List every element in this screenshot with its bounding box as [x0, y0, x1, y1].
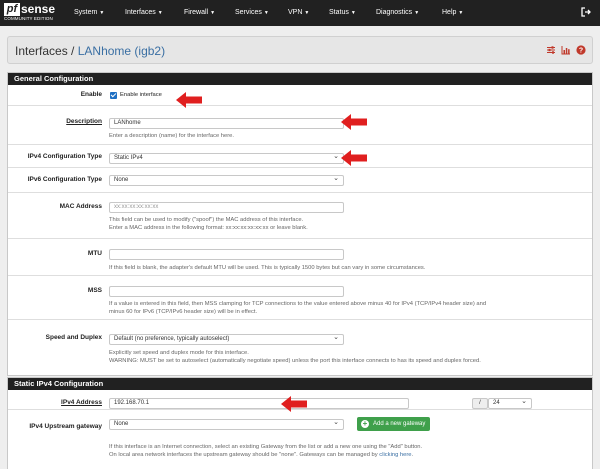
nav-vpn-label: VPN — [288, 9, 303, 16]
static-ipv4-panel: Static IPv4 Configuration IPv4 Address 1… — [7, 377, 593, 469]
mtu-row: MTU If this field is blank, the adapter'… — [8, 238, 592, 275]
panel-heading: Static IPv4 Configuration — [8, 378, 592, 390]
nav-interfaces[interactable]: Interfaces ▼ — [125, 7, 163, 19]
chevron-down-icon: ▼ — [263, 10, 269, 16]
top-navbar: pf sense COMMUNITY EDITION System ▼ Inter… — [0, 0, 600, 26]
gateway-help-2-suffix: . — [411, 452, 414, 458]
gateway-help-2-text: On local area network interfaces the ups… — [109, 452, 380, 458]
logo-sense: sense — [21, 2, 56, 16]
description-row: Description LANhome Enter a description … — [8, 105, 592, 144]
nav-firewall[interactable]: Firewall ▼ — [184, 7, 215, 19]
add-gateway-button[interactable]: + Add a new gateway — [357, 417, 431, 431]
cidr-select[interactable]: 24 — [488, 398, 532, 409]
nav-help-label: Help — [442, 9, 457, 16]
chevron-down-icon: ▼ — [210, 10, 216, 16]
mac-help-1: This field can be used to modify ("spoof… — [109, 217, 304, 223]
mss-input[interactable] — [109, 286, 344, 297]
speed-duplex-label: Speed and Duplex — [45, 334, 102, 341]
nav-services[interactable]: Services ▼ — [235, 7, 269, 19]
mtu-label: MTU — [87, 250, 102, 257]
ipv4-config-label: IPv4 Configuration Type — [27, 153, 102, 160]
annotation-arrow — [341, 150, 367, 166]
breadcrumb: Interfaces / LANhome (igb2) — [15, 44, 165, 58]
mac-help-2: Enter a MAC address in the following for… — [109, 225, 308, 231]
speed-duplex-row: Speed and Duplex Default (no preference,… — [8, 319, 592, 375]
nav-system[interactable]: System ▼ — [74, 7, 104, 19]
ipv4-gateway-row: IPv4 Upstream gateway None + Add a new ga… — [8, 409, 592, 469]
enable-checkbox-text: Enable interface — [120, 92, 162, 98]
mac-label: MAC Address — [59, 203, 102, 210]
ipv4-gateway-label: IPv4 Upstream gateway — [29, 423, 102, 430]
enable-checkbox[interactable] — [110, 92, 117, 99]
nav-services-label: Services — [235, 9, 262, 16]
logo-edition: COMMUNITY EDITION — [4, 16, 53, 21]
ipv6-config-label: IPv6 Configuration Type — [27, 176, 102, 183]
nav-diagnostics-label: Diagnostics — [376, 9, 413, 16]
breadcrumb-icons: ? — [546, 45, 586, 57]
ipv4-config-row: IPv4 Configuration Type Static IPv4 — [8, 144, 592, 167]
chart-icon[interactable] — [561, 45, 571, 55]
gateway-manage-link[interactable]: clicking here — [379, 452, 411, 458]
nav-vpn[interactable]: VPN ▼ — [288, 7, 309, 19]
mss-row: MSS If a value is entered in this field,… — [8, 275, 592, 319]
mss-label: MSS — [87, 287, 102, 294]
speed-duplex-help-2: WARNING: MUST be set to autoselect (auto… — [109, 358, 481, 364]
chevron-down-icon: ▼ — [99, 10, 105, 16]
nav-status[interactable]: Status ▼ — [329, 7, 356, 19]
mtu-help: If this field is blank, the adapter's de… — [109, 265, 426, 271]
annotation-arrow — [341, 114, 367, 130]
ipv4-address-input[interactable]: 192.168.70.1 — [109, 398, 409, 409]
pfsense-logo[interactable]: pf sense COMMUNITY EDITION — [4, 2, 62, 23]
mac-row: MAC Address xx:xx:xx:xx:xx:xx This field… — [8, 192, 592, 238]
ipv4-address-label: IPv4 Address — [61, 399, 102, 406]
chevron-down-icon: ▼ — [458, 10, 464, 16]
description-input[interactable]: LANhome — [109, 118, 344, 129]
nav-status-label: Status — [329, 9, 349, 16]
mss-help-1: If a value is entered in this field, the… — [109, 301, 487, 307]
ipv6-config-select[interactable]: None — [109, 175, 344, 186]
general-config-panel: General Configuration Enable Enable inte… — [7, 72, 593, 376]
nav-diagnostics[interactable]: Diagnostics ▼ — [376, 7, 419, 19]
cidr-slash: / — [472, 398, 488, 409]
chevron-down-icon: ▼ — [304, 10, 310, 16]
svg-text:?: ? — [579, 48, 583, 55]
description-label: Description — [66, 118, 102, 125]
panel-heading: General Configuration — [8, 73, 592, 85]
ipv4-config-select[interactable]: Static IPv4 — [109, 153, 344, 164]
gateway-help-2: On local area network interfaces the ups… — [109, 451, 413, 459]
logout-icon[interactable] — [580, 6, 592, 18]
ipv4-gateway-select[interactable]: None — [109, 419, 344, 430]
help-icon[interactable]: ? — [576, 45, 586, 55]
add-gateway-label: Add a new gateway — [373, 421, 426, 427]
speed-duplex-help-1: Explicitly set speed and duplex mode for… — [109, 350, 249, 356]
nav-system-label: System — [74, 9, 98, 16]
breadcrumb-bar: Interfaces / LANhome (igb2) ? — [7, 36, 593, 64]
enable-label: Enable — [80, 91, 102, 98]
mac-input[interactable]: xx:xx:xx:xx:xx:xx — [109, 202, 344, 213]
mss-help-2: minus 60 for IPv6 (TCP/IPv6 header size)… — [109, 309, 258, 315]
gateway-help-1: If this interface is an Internet connect… — [109, 444, 423, 450]
logo-pf: pf — [4, 3, 20, 16]
breadcrumb-section[interactable]: Interfaces / — [15, 44, 74, 58]
chevron-down-icon: ▼ — [157, 10, 163, 16]
chevron-down-icon: ▼ — [414, 10, 420, 16]
mtu-input[interactable] — [109, 249, 344, 260]
nav-help[interactable]: Help ▼ — [442, 7, 463, 19]
nav-firewall-label: Firewall — [184, 9, 209, 16]
plus-icon: + — [361, 419, 369, 428]
speed-duplex-select[interactable]: Default (no preference, typically autose… — [109, 334, 344, 345]
annotation-arrow — [176, 92, 202, 108]
enable-row: Enable Enable interface — [8, 85, 592, 105]
annotation-arrow — [281, 396, 307, 412]
description-help: Enter a description (name) for the inter… — [109, 133, 235, 139]
nav-interfaces-label: Interfaces — [125, 9, 156, 16]
chevron-down-icon: ▼ — [350, 10, 356, 16]
sliders-icon[interactable] — [546, 45, 556, 55]
breadcrumb-page[interactable]: LANhome (igb2) — [78, 44, 165, 58]
ipv6-config-row: IPv6 Configuration Type None — [8, 167, 592, 192]
